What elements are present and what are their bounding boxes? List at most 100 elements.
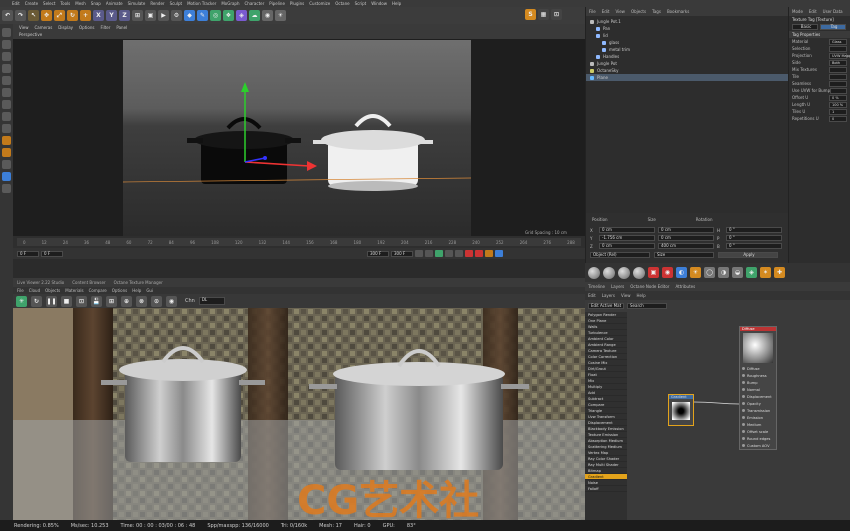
render-menu-item[interactable]: Gui [146, 288, 153, 293]
attribute-value[interactable] [830, 87, 847, 94]
object-menu-item[interactable]: Bookmarks [667, 9, 689, 14]
attribute-value[interactable]: 100 % [829, 101, 847, 108]
viewport-menu-view[interactable]: View [19, 25, 29, 30]
coord-mode-select[interactable]: Object (Rel) [590, 252, 650, 258]
coord-value-field[interactable]: 0 ° [726, 227, 782, 233]
render-menu-item[interactable]: Materials [65, 288, 83, 293]
menu-item-mograph[interactable]: MoGraph [221, 1, 239, 6]
material-swatch[interactable] [618, 266, 630, 279]
rotate-icon[interactable]: ↻ [67, 10, 78, 21]
object-menu-item[interactable]: Tags [652, 9, 661, 14]
viewport-menu-filter[interactable]: Filter [100, 25, 110, 30]
keyframe-icon[interactable] [485, 250, 493, 257]
axis-x-button[interactable]: X [93, 10, 104, 21]
autokey-icon[interactable] [475, 250, 483, 257]
light-icon[interactable]: ☀ [275, 10, 286, 21]
menu-item-pipeline[interactable]: Pipeline [269, 1, 285, 6]
attribute-value[interactable] [829, 73, 847, 80]
render-view-icon[interactable]: ▣ [145, 10, 156, 21]
node-input-port[interactable]: Displacement [740, 393, 776, 400]
octane-pin-icon[interactable]: ✚ [774, 267, 785, 278]
channel-select[interactable]: DL [198, 297, 225, 305]
menu-item-sculpt[interactable]: Sculpt [170, 1, 183, 6]
menu-item-animate[interactable]: Animate [106, 1, 123, 6]
script-icon[interactable]: S [525, 9, 536, 20]
lock-render-icon[interactable]: ⊡ [76, 295, 87, 307]
apply-button[interactable]: Apply [718, 252, 778, 258]
planar-workplane-icon[interactable] [2, 184, 11, 193]
refresh-icon[interactable]: ↻ [31, 295, 42, 307]
object-menu-item[interactable]: File [589, 9, 596, 14]
viewport-scene[interactable] [122, 40, 472, 236]
lock-icon[interactable]: ⊡ [551, 9, 562, 20]
attribute-value[interactable]: Glass [829, 38, 847, 45]
stop-icon[interactable]: ■ [61, 295, 72, 307]
octane-material-icon[interactable]: ◒ [732, 267, 743, 278]
coordinate-system-icon[interactable]: ⊞ [132, 10, 143, 21]
render-menu-item[interactable]: File [17, 288, 24, 293]
sculpt-icon[interactable] [2, 148, 11, 157]
axis-y-button[interactable]: Y [106, 10, 117, 21]
coord-value-field[interactable]: 0 cm [599, 227, 655, 233]
attribute-subtab[interactable]: Basic [792, 24, 818, 30]
object-row[interactable]: metal trim [586, 46, 788, 53]
menu-item-character[interactable]: Character [245, 1, 265, 6]
restart-render-icon[interactable]: ✳ [16, 295, 27, 307]
octane-gradient-icon[interactable]: ◈ [746, 267, 757, 278]
octane-texture-icon[interactable]: ◑ [718, 267, 729, 278]
render-menu-item[interactable]: Objects [45, 288, 60, 293]
menu-item-select[interactable]: Select [43, 1, 55, 6]
workplane-icon[interactable] [2, 64, 11, 73]
render-tab[interactable]: Octane Texture Manager [114, 280, 163, 285]
camera-icon[interactable]: ◉ [262, 10, 273, 21]
axis-mode-icon[interactable] [2, 112, 11, 121]
node-input-port[interactable]: Diffuse [740, 365, 776, 372]
node-input-port[interactable]: Roughness [740, 372, 776, 379]
object-row[interactable]: Pan [586, 25, 788, 32]
texture-mode-icon[interactable] [2, 52, 11, 61]
object-menu-item[interactable]: View [615, 9, 625, 14]
model-mode-icon[interactable] [2, 40, 11, 49]
node-input-port[interactable]: Bump [740, 379, 776, 386]
render-picture-icon[interactable]: ▶ [158, 10, 169, 21]
play-icon[interactable] [435, 250, 443, 257]
node-input-port[interactable]: Emission [740, 414, 776, 421]
prev-key-icon[interactable] [425, 250, 433, 257]
render-menu-item[interactable]: Compare [89, 288, 107, 293]
coord-value-field[interactable]: 0 ° [726, 243, 782, 249]
undo-icon[interactable]: ↶ [2, 10, 13, 21]
render-tab[interactable]: Content Browser [72, 280, 105, 285]
menu-item-plugins[interactable]: Plugins [290, 1, 304, 6]
coord-value-field[interactable]: 400 cm [658, 243, 714, 249]
cube-icon[interactable]: ◆ [184, 10, 195, 21]
attribute-value[interactable] [829, 45, 847, 52]
render-tab[interactable]: Live Viewer 2.22 Studio [17, 280, 64, 285]
menu-item-simulate[interactable]: Simulate [128, 1, 146, 6]
object-row[interactable]: Plane [586, 74, 788, 81]
snap-icon[interactable] [2, 136, 11, 145]
octane-camera-icon[interactable]: ◉ [662, 267, 673, 278]
object-row[interactable]: Jungle Pot [586, 60, 788, 67]
attribute-value[interactable]: UVW Mapping [829, 52, 850, 59]
menu-item-edit[interactable]: Edit [12, 1, 20, 6]
coord-value-field[interactable]: 0 cm [658, 227, 714, 233]
go-end-icon[interactable] [455, 250, 463, 257]
node-input-port[interactable]: Opacity [740, 400, 776, 407]
workplane-lock-icon[interactable] [2, 160, 11, 169]
material-swatch[interactable] [603, 266, 615, 279]
object-row[interactable]: Jungle Pot.1 [586, 18, 788, 25]
viewport-menu-display[interactable]: Display [58, 25, 73, 30]
object-row[interactable]: OctaneSky [586, 67, 788, 74]
node-input-port[interactable]: Normal [740, 386, 776, 393]
viewport-menu-options[interactable]: Options [79, 25, 94, 30]
deformer-icon[interactable]: ◈ [236, 10, 247, 21]
menu-item-render[interactable]: Render [150, 1, 164, 6]
material-swatch[interactable] [588, 266, 600, 279]
max-frame-field[interactable]: 300 F [391, 250, 413, 257]
start-frame-field[interactable]: 0 F [17, 250, 39, 257]
attribute-subtab[interactable]: Tag [820, 24, 846, 30]
menu-item-snap[interactable]: Snap [91, 1, 101, 6]
timeline-ruler[interactable]: 0 12 24 36 48 60 72 84 96 108 120 132 144 156 168 180 19… [17, 238, 581, 246]
object-picker-icon[interactable]: ⊙ [151, 295, 162, 307]
octane-light-icon[interactable]: ◯ [704, 267, 715, 278]
